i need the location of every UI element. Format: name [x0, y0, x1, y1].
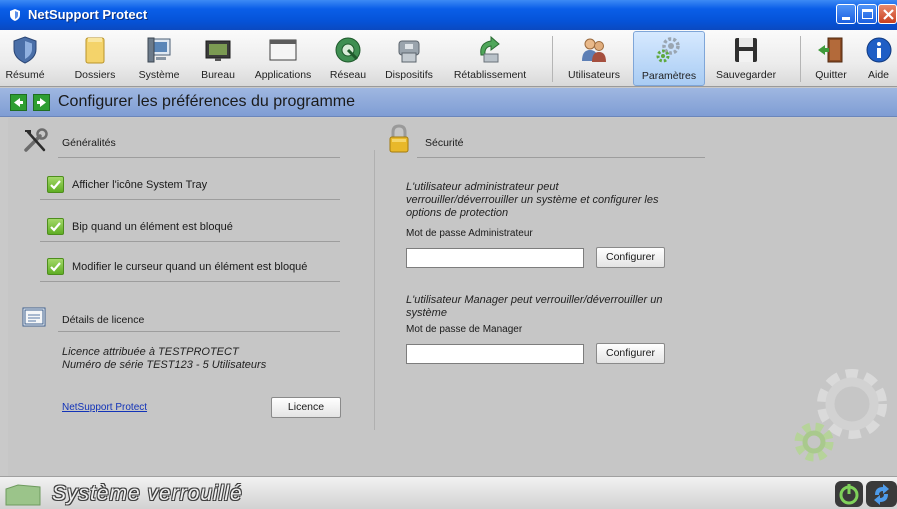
arrow-left-icon — [14, 98, 23, 107]
divider — [58, 157, 340, 158]
toolbar-item-aide[interactable]: Aide — [860, 32, 897, 84]
shield-icon — [13, 36, 37, 64]
status-bar: Système verrouillé — [0, 476, 897, 509]
main-toolbar: Résumé Dossiers Système Bureau Applicati… — [0, 30, 897, 87]
admin-description-line3: options de protection — [406, 207, 509, 219]
toolbar-item-utilisateurs[interactable]: Utilisateurs — [561, 32, 627, 84]
license-assigned-text: Licence attribuée à TESTPROTECT — [62, 346, 239, 358]
general-section-title: Généralités — [62, 137, 116, 149]
toolbar-separator — [552, 36, 553, 82]
column-divider — [374, 150, 375, 430]
cursor-label: Modifier le curseur quand un élément est… — [72, 261, 308, 273]
toolbar-item-parametres[interactable]: Paramètres — [633, 31, 705, 86]
toolbar-item-systeme[interactable]: Système — [133, 32, 185, 84]
exit-door-icon — [818, 37, 843, 63]
toolbar-item-sauvegarder[interactable]: Sauvegarder — [712, 32, 780, 84]
checkmark-icon — [50, 262, 61, 272]
page-title: Configurer les préférences du programme — [58, 93, 356, 110]
toolbar-item-resume[interactable]: Résumé — [2, 32, 48, 84]
beep-label: Bip quand un élément est bloqué — [72, 221, 233, 233]
forward-button[interactable] — [33, 94, 50, 111]
maximize-button[interactable] — [857, 4, 877, 24]
checkmark-icon — [50, 180, 61, 190]
title-bar: NetSupport Protect — [0, 0, 897, 30]
manager-description-line2: système — [406, 307, 447, 319]
divider — [40, 241, 340, 242]
power-icon[interactable] — [834, 480, 864, 508]
restore-icon — [480, 35, 500, 63]
window-title: NetSupport Protect — [28, 7, 148, 22]
admin-description-line1: L'utilisateur administrateur peut — [406, 181, 559, 193]
padlock-icon — [389, 124, 409, 153]
app-shield-icon — [10, 9, 20, 21]
manager-configure-button[interactable]: Configurer — [596, 343, 665, 364]
licence-button[interactable]: Licence — [271, 397, 341, 418]
toolbar-item-reseau[interactable]: Réseau — [325, 32, 371, 84]
arrow-right-icon — [37, 98, 46, 107]
license-serial-text: Numéro de série TEST123 - 5 Utilisateurs — [62, 359, 267, 371]
divider — [40, 281, 340, 282]
admin-password-label: Mot de passe Administrateur — [406, 228, 533, 239]
divider — [58, 331, 340, 332]
status-folder-icon — [5, 484, 41, 506]
gears-icon — [656, 37, 680, 63]
devices-icon — [398, 40, 420, 63]
system-icon — [147, 37, 171, 63]
netsupport-protect-link[interactable]: NetSupport Protect — [62, 402, 147, 413]
manager-password-input[interactable] — [406, 344, 584, 364]
save-icon — [735, 38, 757, 62]
desktop-icon — [205, 40, 231, 61]
beep-checkbox[interactable] — [47, 218, 64, 235]
checkmark-icon — [50, 222, 61, 232]
back-button[interactable] — [10, 94, 27, 111]
close-icon — [883, 9, 894, 20]
manager-password-label: Mot de passe de Manager — [406, 324, 523, 335]
manager-description-line1: L'utilisateur Manager peut verrouiller/d… — [406, 294, 663, 306]
system-tray-label: Afficher l'icône System Tray — [72, 179, 208, 191]
certificate-icon — [22, 307, 46, 327]
cursor-checkbox[interactable] — [47, 258, 64, 275]
admin-password-input[interactable] — [406, 248, 584, 268]
toolbar-item-retablissement[interactable]: Rétablissement — [450, 32, 530, 84]
page-header: Configurer les préférences du programme — [0, 88, 897, 117]
info-icon — [866, 37, 892, 63]
close-button[interactable] — [878, 4, 897, 24]
folder-icon — [85, 37, 105, 64]
toolbar-item-dossiers[interactable]: Dossiers — [70, 32, 120, 84]
admin-description-line2: verrouiller/déverrouiller un système et … — [406, 194, 659, 206]
divider — [40, 199, 340, 200]
window-icon — [269, 39, 297, 61]
network-globe-icon — [335, 37, 361, 63]
toolbar-separator — [800, 36, 801, 82]
toolbar-item-dispositifs[interactable]: Dispositifs — [381, 32, 437, 84]
toolbar-item-applications[interactable]: Applications — [250, 32, 316, 84]
tools-icon — [24, 128, 48, 152]
divider — [417, 157, 705, 158]
refresh-icon[interactable] — [866, 480, 897, 508]
admin-configure-button[interactable]: Configurer — [596, 247, 665, 268]
toolbar-item-quitter[interactable]: Quitter — [808, 32, 854, 84]
users-icon — [582, 38, 606, 62]
system-tray-checkbox[interactable] — [47, 176, 64, 193]
lock-status-text: Système verrouillé — [52, 482, 243, 505]
gears-watermark-icon — [794, 369, 887, 462]
toolbar-item-bureau[interactable]: Bureau — [195, 32, 241, 84]
license-section-title: Détails de licence — [62, 314, 145, 326]
security-section-title: Sécurité — [425, 137, 464, 149]
minimize-button[interactable] — [836, 4, 856, 24]
